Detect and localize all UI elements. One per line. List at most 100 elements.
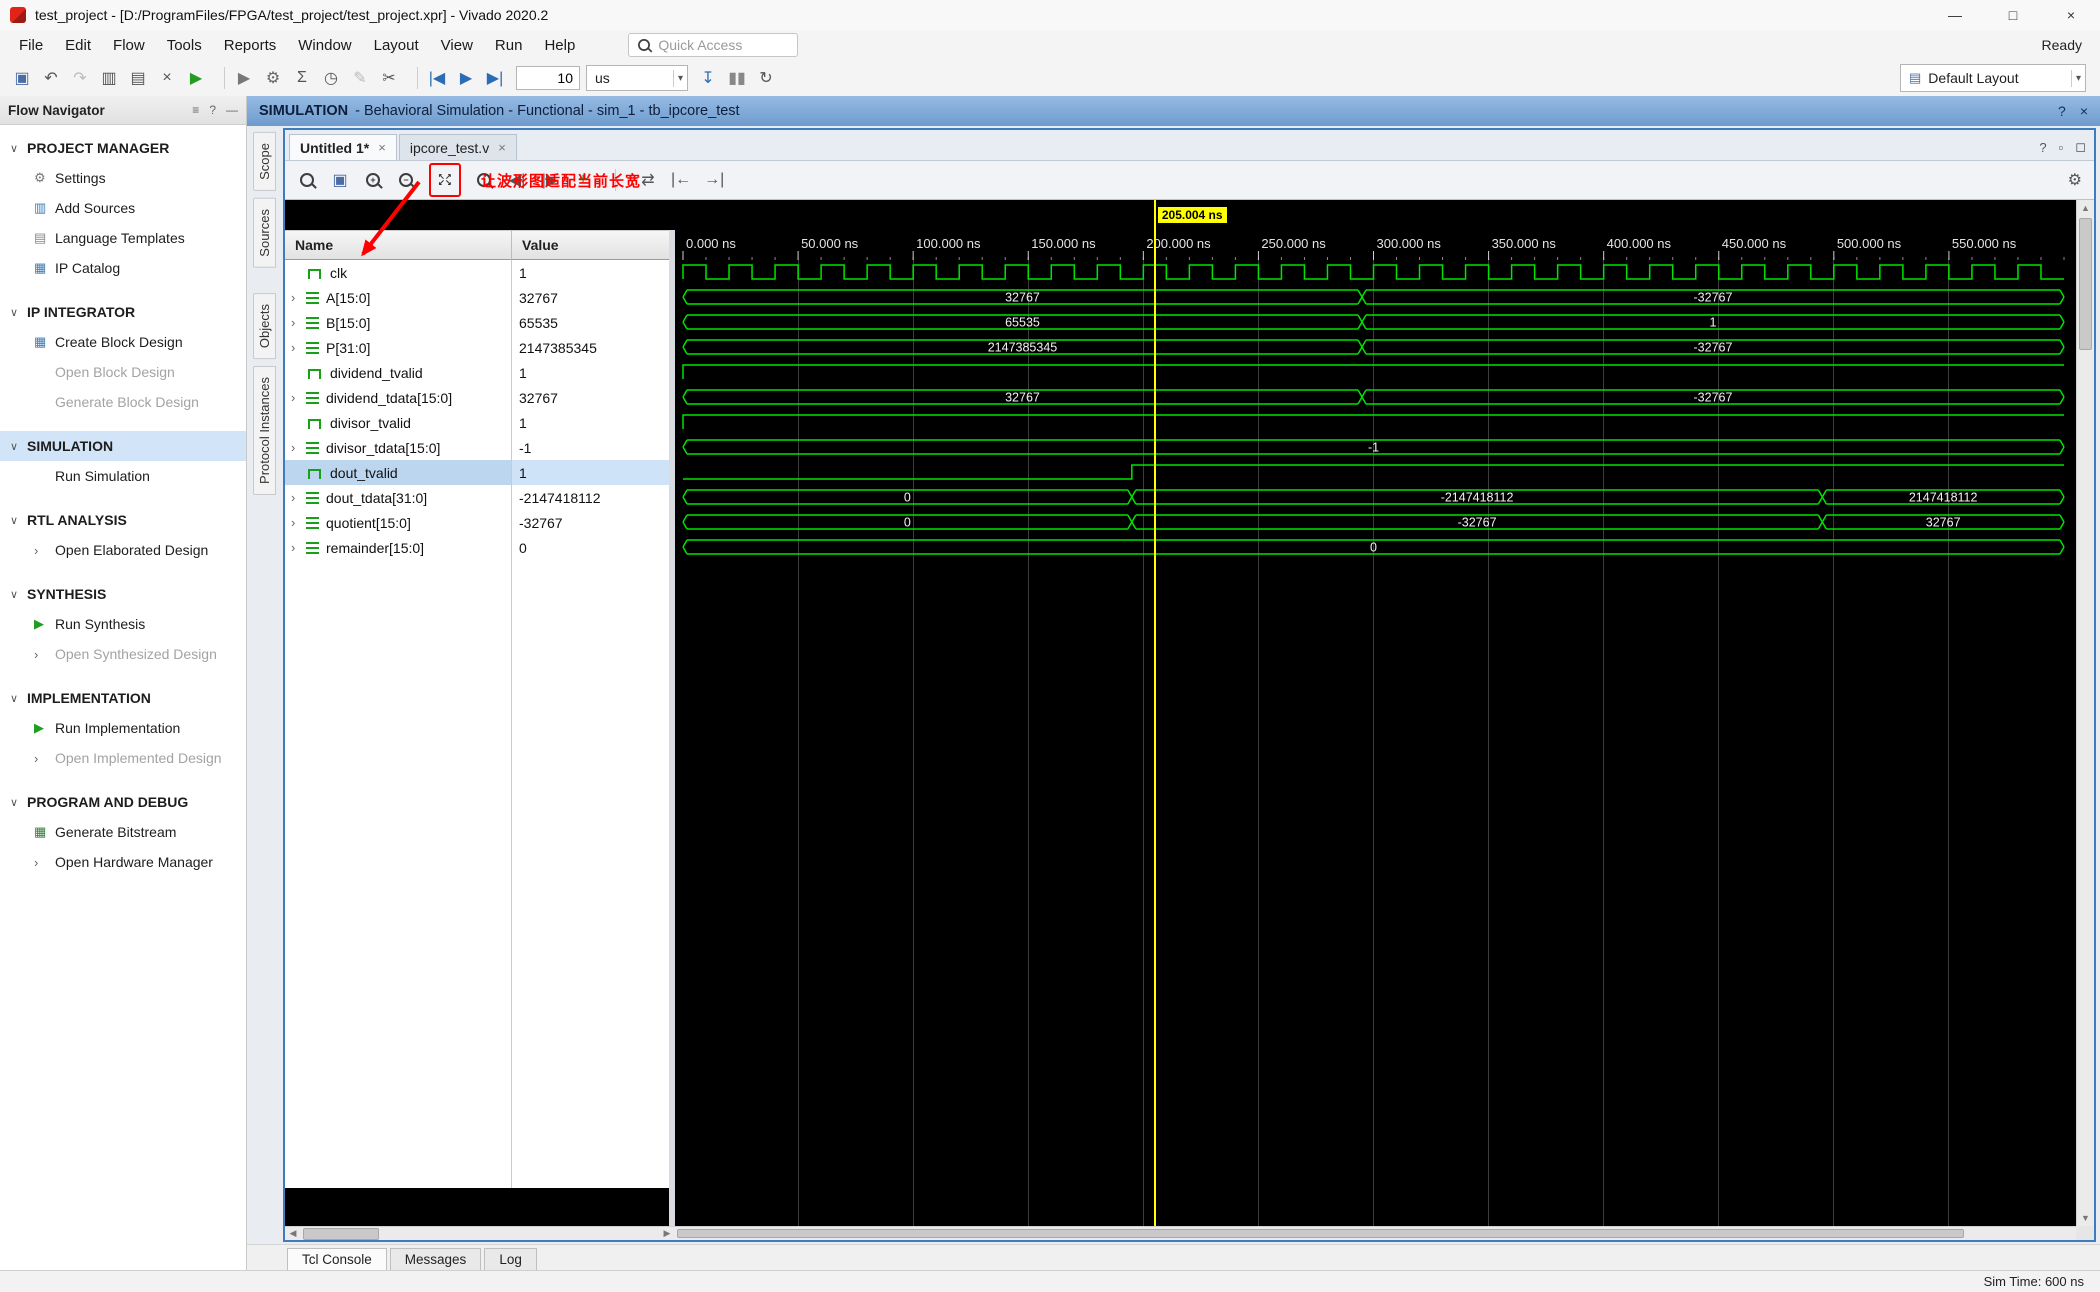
flow-navigator-help-icon[interactable]: ? [209, 103, 216, 117]
name-column-header[interactable]: Name [285, 230, 511, 260]
scroll-up-icon[interactable]: ▲ [2077, 200, 2094, 216]
scroll-down-icon[interactable]: ▼ [2077, 1210, 2094, 1226]
menu-edit[interactable]: Edit [54, 33, 102, 58]
cursor-time-label[interactable]: 205.004 ns [1157, 207, 1227, 223]
signal-value-quotient-15-0[interactable]: -32767 [512, 510, 669, 535]
wave-help-icon[interactable]: ? [2039, 140, 2046, 155]
bottom-tab-messages[interactable]: Messages [389, 1248, 482, 1270]
edit-icon[interactable]: ✎ [350, 65, 370, 91]
context-close-icon[interactable]: × [2080, 103, 2088, 119]
vertical-scroll-thumb[interactable] [2079, 218, 2092, 350]
menu-flow[interactable]: Flow [102, 33, 156, 58]
expand-arrow-icon[interactable]: › [291, 340, 306, 355]
copy-icon[interactable]: ▥ [99, 65, 119, 91]
signal-value-dividend-tdata-15-0[interactable]: 32767 [512, 385, 669, 410]
flow-item-ip-catalog[interactable]: ▦ IP Catalog [0, 253, 246, 283]
maximize-icon[interactable]: □ [1984, 0, 2042, 30]
menu-tools[interactable]: Tools [156, 33, 213, 58]
quick-access-search[interactable]: Quick Access [628, 33, 799, 57]
doc-tab-ipcore-test-v[interactable]: ipcore_test.v × [398, 134, 517, 160]
run-all-icon[interactable]: ▶ [456, 65, 476, 91]
expand-arrow-icon[interactable]: › [291, 440, 306, 455]
signal-row-divisor-tvalid[interactable]: divisor_tvalid [285, 410, 511, 435]
signal-row-dividend-tvalid[interactable]: dividend_tvalid [285, 360, 511, 385]
menu-run[interactable]: Run [484, 33, 534, 58]
find-icon[interactable] [297, 167, 317, 193]
flow-item-language-templates[interactable]: ▤ Language Templates [0, 223, 246, 253]
bottom-tab-log[interactable]: Log [484, 1248, 537, 1270]
signal-value-remainder-15-0[interactable]: 0 [512, 535, 669, 560]
timer-icon[interactable]: ◷ [321, 65, 341, 91]
probe-icon[interactable]: ✂ [379, 65, 399, 91]
minimize-icon[interactable]: — [1926, 0, 1984, 30]
signal-value-b-15-0[interactable]: 65535 [512, 310, 669, 335]
zoom-fit-icon[interactable]: ↖ ↗ ↙ ↘ [435, 167, 455, 193]
collapse-arrow-icon[interactable]: ∨ [10, 588, 27, 601]
close-icon[interactable]: × [2042, 0, 2100, 30]
context-help-icon[interactable]: ? [2058, 103, 2066, 119]
flow-section-ip-integrator[interactable]: ∨ IP INTEGRATOR [0, 297, 246, 327]
signal-value-divisor-tdata-15-0[interactable]: -1 [512, 435, 669, 460]
flow-section-simulation[interactable]: ∨ SIMULATION [0, 431, 246, 461]
menu-layout[interactable]: Layout [363, 33, 430, 58]
flow-section-synthesis[interactable]: ∨ SYNTHESIS [0, 579, 246, 609]
wave-horizontal-scrollbar[interactable] [675, 1226, 2076, 1240]
collapse-arrow-icon[interactable]: ∨ [10, 440, 27, 453]
expand-arrow-icon[interactable]: › [291, 490, 306, 505]
zoom-in-icon[interactable]: + [363, 167, 383, 193]
flow-item-run-simulation[interactable]: Run Simulation [0, 461, 246, 491]
signal-value-p-31-0[interactable]: 2147385345 [512, 335, 669, 360]
signal-value-dout-tvalid[interactable]: 1 [512, 460, 669, 485]
goto-time-zero-icon[interactable]: |← [671, 167, 691, 193]
wave-vertical-scrollbar[interactable]: ▲ ▼ [2076, 200, 2094, 1226]
side-tab-objects[interactable]: Objects [252, 292, 276, 359]
name-scroll-thumb[interactable] [303, 1227, 379, 1240]
expand-arrow-icon[interactable]: › [291, 515, 306, 530]
zoom-out-icon[interactable]: − [396, 167, 416, 193]
flow-item-generate-bitstream[interactable]: ▦ Generate Bitstream [0, 817, 246, 847]
bottom-tab-tcl-console[interactable]: Tcl Console [287, 1248, 387, 1270]
undo-icon[interactable]: ↶ [41, 65, 61, 91]
relaunch-icon[interactable]: ↻ [756, 65, 776, 91]
collapse-arrow-icon[interactable]: ∨ [10, 796, 27, 809]
flow-section-program-and-debug[interactable]: ∨ PROGRAM AND DEBUG [0, 787, 246, 817]
signal-row-divisor-tdata-15-0[interactable]: › divisor_tdata[15:0] [285, 435, 511, 460]
value-column-header[interactable]: Value [511, 230, 669, 260]
scroll-right-icon[interactable]: ▶ [659, 1227, 675, 1240]
wave-settings-gear-icon[interactable]: ⚙ [2068, 170, 2082, 190]
signal-row-clk[interactable]: clk [285, 260, 511, 285]
expand-arrow-icon[interactable]: › [291, 290, 306, 305]
save-icon[interactable]: ▣ [12, 65, 32, 91]
run-for-icon[interactable]: ↧ [698, 65, 718, 91]
side-tab-scope[interactable]: Scope [252, 132, 276, 191]
menu-window[interactable]: Window [287, 33, 362, 58]
flow-item-open-synthesized-design[interactable]: › Open Synthesized Design [0, 639, 246, 669]
signal-value-dividend-tvalid[interactable]: 1 [512, 360, 669, 385]
delete-icon[interactable]: × [157, 65, 177, 91]
sim-runtime-input[interactable] [516, 66, 580, 90]
redo-icon[interactable]: ↷ [70, 65, 90, 91]
flow-item-generate-block-design[interactable]: Generate Block Design [0, 387, 246, 417]
flow-item-run-implementation[interactable]: ▶ Run Implementation [0, 713, 246, 743]
menu-reports[interactable]: Reports [213, 33, 288, 58]
signal-row-dout-tdata-31-0[interactable]: › dout_tdata[31:0] [285, 485, 511, 510]
signal-row-dividend-tdata-15-0[interactable]: › dividend_tdata[15:0] [285, 385, 511, 410]
flow-navigator-minimize-icon[interactable]: — [226, 103, 238, 117]
tab-close-icon[interactable]: × [498, 140, 506, 155]
collapse-arrow-icon[interactable]: ∨ [10, 142, 27, 155]
goto-time-end-icon[interactable]: →| [704, 167, 724, 193]
collapse-arrow-icon[interactable]: ∨ [10, 514, 27, 527]
name-horizontal-scrollbar[interactable]: ◀ ▶ [285, 1226, 675, 1240]
menu-view[interactable]: View [430, 33, 484, 58]
flow-item-add-sources[interactable]: ▥ Add Sources [0, 193, 246, 223]
flow-item-create-block-design[interactable]: ▦ Create Block Design [0, 327, 246, 357]
collapse-arrow-icon[interactable]: ∨ [10, 692, 27, 705]
flow-item-settings[interactable]: ⚙ Settings [0, 163, 246, 193]
signal-row-dout-tvalid[interactable]: dout_tvalid [285, 460, 511, 485]
signal-value-dout-tdata-31-0[interactable]: -2147418112 [512, 485, 669, 510]
layout-selector[interactable]: ▤ Default Layout ▾ [1900, 64, 2086, 92]
signal-value-clk[interactable]: 1 [512, 260, 669, 285]
signal-row-a-15-0[interactable]: › A[15:0] [285, 285, 511, 310]
expand-arrow-icon[interactable]: › [291, 390, 306, 405]
doc-tab-untitled-1[interactable]: Untitled 1* × [289, 134, 397, 160]
